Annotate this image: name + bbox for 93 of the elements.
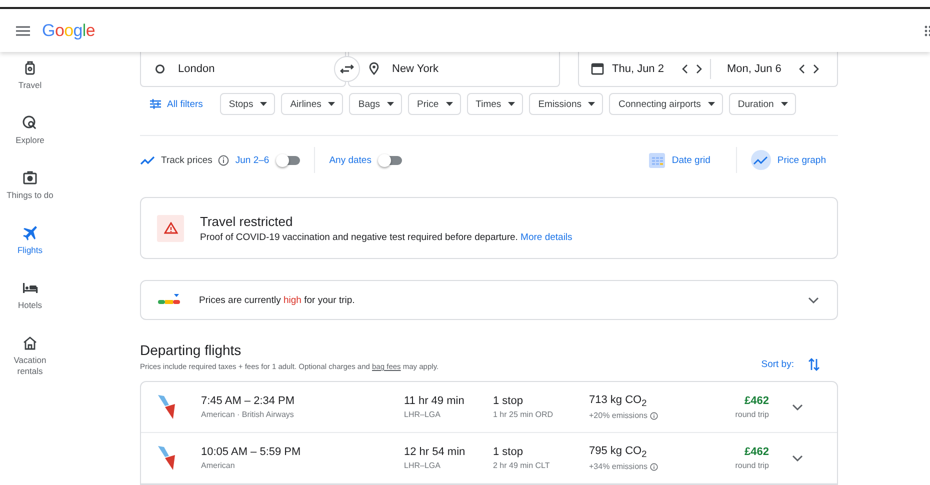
dropdown-arrow-icon (387, 102, 394, 106)
destination-field[interactable]: New York (348, 51, 560, 87)
filter-chip[interactable]: Emissions (529, 93, 604, 115)
more-details-link[interactable]: More details (520, 232, 572, 242)
filter-chip[interactable]: Times (466, 93, 524, 115)
price: £462 (744, 446, 769, 458)
stops: 1 stop (493, 395, 524, 407)
flight-duration: 12 hr 54 min (404, 446, 466, 458)
location-pin-icon (369, 62, 379, 75)
sidebar-item[interactable]: Travel (0, 60, 60, 115)
flight-times: 7:45 AM – 2:34 PM (201, 395, 296, 407)
restriction-title: Travel restricted (200, 214, 294, 228)
emissions-change: +20% emissions (589, 411, 648, 420)
things-icon (22, 170, 38, 186)
sidebar-item[interactable]: Explore (0, 115, 60, 170)
layover: 2 hr 49 min CLT (493, 461, 551, 470)
sort-icon[interactable] (808, 358, 820, 371)
price-level-icon (158, 294, 180, 306)
dropdown-arrow-icon (260, 102, 268, 106)
dropdown-arrow-icon (780, 102, 788, 106)
restriction-message: Proof of COVID-19 vaccination and negative test required before departure. More details (200, 232, 572, 242)
chevron-down-icon[interactable] (808, 296, 819, 304)
calendar-grid-icon (648, 151, 666, 169)
airline-names: American (201, 461, 236, 470)
departure-date-field[interactable]: Thu, Jun 2 (612, 62, 664, 74)
trip-type: round trip (734, 410, 769, 419)
route: LHR–LGA (404, 410, 442, 419)
trend-line-icon (140, 156, 155, 164)
any-dates-label: Any dates (329, 154, 372, 166)
menu-icon[interactable] (16, 26, 30, 36)
info-icon[interactable] (650, 462, 658, 471)
warning-triangle-icon (164, 222, 178, 234)
trip-type: round trip (734, 461, 769, 470)
chevron-right-icon[interactable] (696, 64, 702, 74)
track-prices-toggle[interactable] (278, 156, 300, 164)
price-insight-text: Prices are currently high for your trip. (199, 294, 356, 306)
chevron-right-icon[interactable] (813, 64, 820, 74)
price: £462 (744, 395, 769, 407)
date-range-label: Jun 2–6 (235, 154, 270, 166)
airline-names: American · British Airways (201, 410, 295, 419)
chevron-down-icon[interactable] (792, 404, 803, 410)
section-title: Departing flights (140, 342, 242, 358)
swap-icon (340, 64, 354, 74)
track-prices-label: Track prices (161, 154, 212, 166)
any-dates-toggle[interactable] (380, 156, 402, 164)
calendar-icon (591, 62, 604, 75)
flight-times: 10:05 AM – 5:59 PM (201, 446, 302, 458)
airline-logo-icon (157, 394, 177, 420)
filter-chip[interactable]: Duration (728, 93, 796, 115)
sidebar-item[interactable]: Hotels (0, 280, 60, 335)
dropdown-arrow-icon (328, 102, 336, 106)
date-grid-button[interactable]: Date grid (648, 151, 710, 169)
dropdown-arrow-icon (508, 102, 516, 106)
filter-chip[interactable]: Connecting airports (609, 93, 723, 115)
explore-icon (22, 115, 38, 131)
price-insight-card[interactable]: Prices are currently high for your trip. (140, 280, 838, 320)
chevron-down-icon[interactable] (792, 454, 803, 462)
route: LHR–LGA (404, 461, 442, 470)
dropdown-arrow-icon (446, 102, 453, 106)
filter-chip[interactable]: Airlines (281, 93, 344, 115)
hotel-icon (22, 280, 38, 296)
dropdown-arrow-icon (588, 102, 596, 106)
chevron-left-icon[interactable] (799, 64, 806, 74)
google-logo[interactable]: Google (42, 20, 96, 40)
flight-row[interactable]: 10:05 AM – 5:59 PM American 12 hr 54 min LHR–LGA 1 stop 2 hr 49 min CLT 795 kg CO$_{2}$ +34% emissions £462 round trip (141, 433, 837, 484)
line-graph-icon (751, 150, 772, 170)
sidebar-item[interactable]: Flights (0, 225, 60, 280)
return-date-field[interactable]: Mon, Jun 6 (726, 62, 782, 74)
flight-duration: 11 hr 49 min (404, 395, 466, 407)
chevron-left-icon[interactable] (682, 64, 688, 74)
sidebar-item[interactable]: Things to do (0, 170, 60, 225)
emissions-change: +34% emissions (589, 462, 648, 472)
circle-icon (155, 64, 165, 74)
info-icon[interactable] (218, 154, 230, 166)
sidebar-item[interactable]: Vacation rentals (0, 335, 60, 390)
swap-button[interactable] (334, 56, 360, 82)
layover: 1 hr 25 min ORD (493, 410, 554, 419)
home-icon (22, 335, 38, 351)
stops: 1 stop (493, 446, 524, 458)
filter-chip[interactable]: Bags (349, 93, 402, 115)
co2-emissions: 795 kg CO$_{2}$ (589, 444, 648, 460)
filter-chip[interactable]: Stops (220, 93, 276, 115)
co2-emissions: 713 kg CO$_{2}$ (589, 394, 648, 408)
filter-chip[interactable]: Price (408, 93, 461, 115)
dropdown-arrow-icon (708, 102, 715, 106)
price-graph-button[interactable]: Price graph (751, 150, 826, 170)
sort-button[interactable]: Sort by: (761, 359, 794, 370)
filter-icon (150, 99, 161, 109)
info-icon[interactable] (650, 412, 658, 420)
flight-row[interactable]: 7:45 AM – 2:34 PM American · British Airways 11 hr 49 min LHR–LGA 1 stop 1 hr 25 min ORD 713 kg CO$_{2}$ +20% emissions £462 round trip (141, 382, 837, 433)
all-filters-button[interactable]: All filters (150, 98, 203, 110)
flight-icon (22, 225, 38, 241)
airline-logo-icon (157, 445, 177, 471)
